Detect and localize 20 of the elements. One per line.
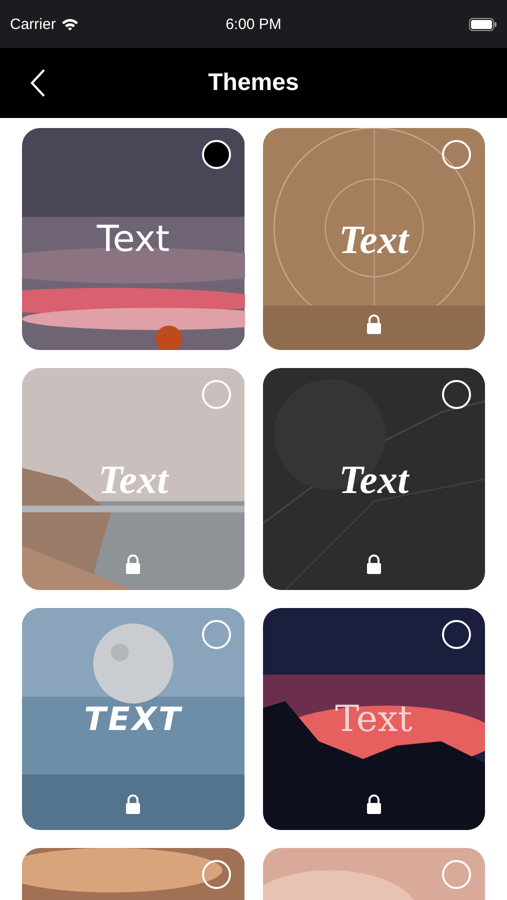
back-button[interactable] <box>30 68 46 98</box>
select-radio[interactable] <box>442 140 471 169</box>
select-radio[interactable] <box>442 620 471 649</box>
select-radio[interactable] <box>442 380 471 409</box>
sample-text: Text <box>338 456 409 502</box>
sample-text: Text <box>335 698 412 740</box>
select-radio[interactable] <box>442 860 471 889</box>
select-radio[interactable] <box>202 620 230 649</box>
status-time: 6:00 PM <box>226 16 282 32</box>
back-icon <box>30 68 46 98</box>
wifi-icon <box>60 18 79 30</box>
sample-text: Text <box>96 218 170 260</box>
sample-text: Text <box>98 456 168 502</box>
select-radio[interactable] <box>202 860 230 889</box>
screen-title: Themes <box>208 69 299 97</box>
sample-text: TEXT <box>84 700 182 738</box>
select-radio[interactable] <box>202 380 230 409</box>
carrier-label: Carrier <box>10 16 56 32</box>
battery-icon <box>469 18 497 30</box>
sample-text: Text <box>338 216 409 262</box>
